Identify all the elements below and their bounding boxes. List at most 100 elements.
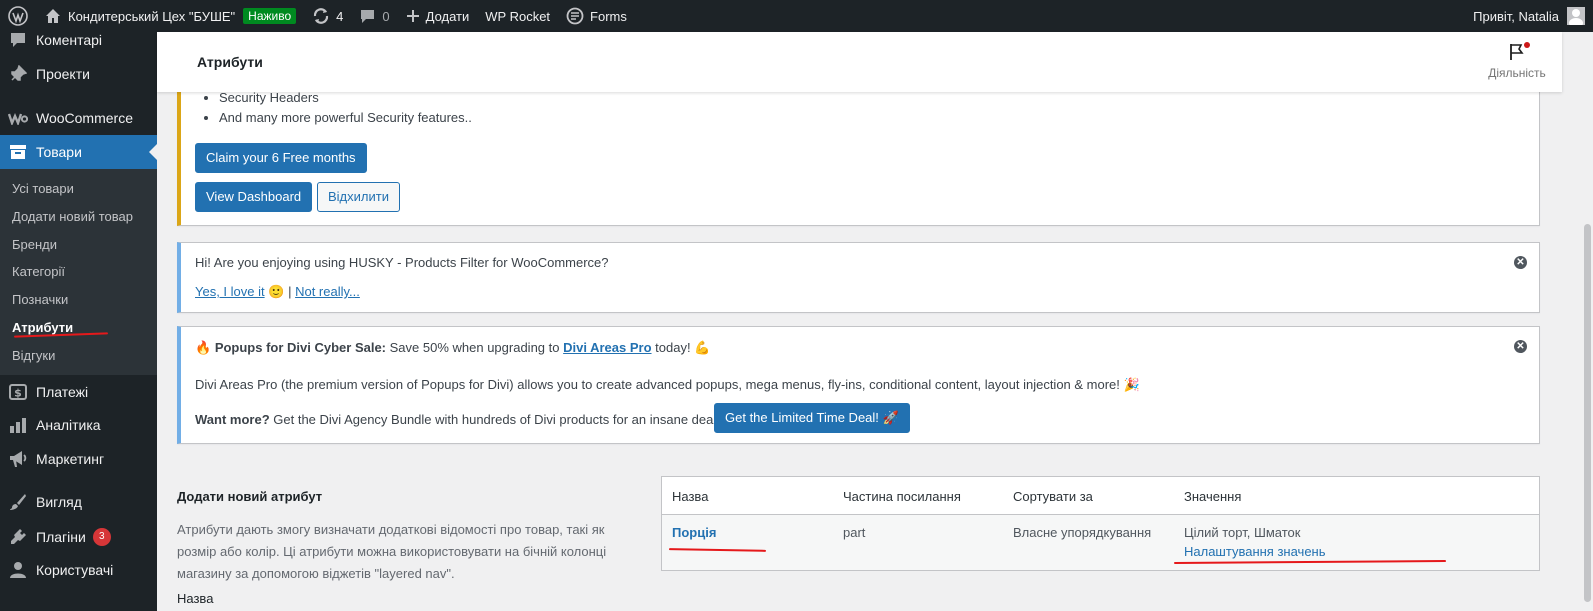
close-icon[interactable]: ✕ xyxy=(1514,256,1527,269)
add-new-link[interactable]: Додати xyxy=(398,0,478,32)
comment-icon xyxy=(361,9,375,23)
submenu-all-products[interactable]: Усі товари xyxy=(12,181,74,196)
sidebar-item-users[interactable]: Користувачі xyxy=(0,553,157,587)
sidebar-item-label: Товари xyxy=(36,144,82,160)
sidebar-item-comments[interactable]: Коментарі xyxy=(0,23,157,57)
sidebar-item-appearance[interactable]: Вигляд xyxy=(0,485,157,519)
deal-button-label: Get the Limited Time Deal! xyxy=(725,410,879,425)
add-attribute-description: Атрибути дають змогу визначати додаткові… xyxy=(177,522,607,581)
close-icon[interactable]: ✕ xyxy=(1514,340,1527,353)
plugins-update-badge: 3 xyxy=(92,528,111,546)
list-item: Security Headers xyxy=(219,90,472,105)
sidebar-item-woocommerce[interactable]: WooCommerce xyxy=(0,101,157,135)
notification-dot xyxy=(1524,42,1530,48)
updates-icon xyxy=(314,8,329,24)
attribute-name-label: Назва xyxy=(177,591,214,606)
site-name: Кондитерський Цех "БУШЕ" xyxy=(68,8,236,24)
sidebar-item-label: Плагіни xyxy=(36,529,86,545)
archive-icon xyxy=(10,145,26,159)
add-new-label: Додати xyxy=(425,8,470,24)
products-submenu: Усі товари Додати новий товар Бренди Кат… xyxy=(0,169,157,375)
not-really-link[interactable]: Not really... xyxy=(295,284,360,299)
sidebar-item-label: Вигляд xyxy=(36,494,82,510)
divi-headline-bold: Popups for Divi Cyber Sale: xyxy=(214,340,387,355)
plugin-icon xyxy=(11,529,26,544)
user-icon xyxy=(10,562,26,578)
limited-time-deal-button[interactable]: Get the Limited Time Deal! 🚀 xyxy=(714,403,910,433)
submenu-reviews[interactable]: Відгуки xyxy=(12,348,55,363)
sidebar-item-products[interactable]: Товари xyxy=(0,135,157,169)
pin-icon xyxy=(11,65,27,81)
forms-label: Forms xyxy=(590,8,627,24)
dismiss-button[interactable]: Відхилити xyxy=(317,182,400,212)
submenu-attributes[interactable]: Атрибути xyxy=(12,320,73,335)
account-menu[interactable]: Привіт, Natalia xyxy=(1465,0,1593,32)
configure-values-link[interactable]: Налаштування значень xyxy=(1184,544,1326,559)
admin-sidebar: Коментарі Проекти WooCommerce Товари Усі… xyxy=(0,32,157,611)
submenu-add-product[interactable]: Додати новий товар xyxy=(12,209,133,224)
updates-count: 4 xyxy=(336,8,344,24)
sidebar-item-plugins[interactable]: Плагіни 3 xyxy=(0,520,157,554)
sidebar-item-analytics[interactable]: Аналітика xyxy=(0,408,157,442)
admin-bar: Кондитерський Цех "БУШЕ" Наживо 4 0 Дода… xyxy=(0,0,1593,32)
column-header-order: Сортувати за xyxy=(1013,489,1093,504)
divi-headline: 🔥 Popups for Divi Cyber Sale: Save 50% w… xyxy=(195,340,710,356)
sidebar-item-marketing[interactable]: Маркетинг xyxy=(0,442,157,476)
dollar-icon: $ xyxy=(9,384,27,400)
rocket-emoji: 🚀 xyxy=(882,410,899,425)
wp-rocket-label: WP Rocket xyxy=(485,8,551,24)
sidebar-item-label: Маркетинг xyxy=(36,451,105,467)
brush-icon xyxy=(10,494,26,510)
divi-body-text: Divi Areas Pro (the premium version of P… xyxy=(195,377,1120,392)
sidebar-item-label: WooCommerce xyxy=(36,110,133,126)
submenu-categories[interactable]: Категорії xyxy=(12,264,65,279)
svg-text:$: $ xyxy=(14,387,22,400)
smile-emoji: 🙂 xyxy=(268,284,285,299)
separator: | xyxy=(288,284,292,299)
divi-want-more: Want more? Get the Divi Agency Bundle wi… xyxy=(195,412,720,427)
want-more-bold: Want more? xyxy=(195,412,270,427)
sidebar-item-payments[interactable]: $ Платежі xyxy=(0,375,157,409)
sidebar-item-label: Коментарі xyxy=(36,32,103,48)
avatar xyxy=(1567,7,1585,25)
attribute-order: Власне упорядкування xyxy=(1013,525,1152,540)
submenu-tags[interactable]: Позначки xyxy=(12,292,68,307)
divi-body: Divi Areas Pro (the premium version of P… xyxy=(195,377,1140,393)
sidebar-item-label: Аналітика xyxy=(36,417,101,433)
comments-link[interactable]: 0 xyxy=(351,0,397,32)
forms-icon xyxy=(566,7,584,25)
fire-emoji: 🔥 xyxy=(195,340,212,355)
yes-love-it-link[interactable]: Yes, I love it xyxy=(195,284,265,299)
want-more-text: Get the Divi Agency Bundle with hundreds… xyxy=(273,412,720,427)
greeting: Привіт, Natalia xyxy=(1473,8,1559,24)
attributes-table: Назва Частина посилання Сортувати за Зна… xyxy=(661,476,1540,571)
bar-chart-icon xyxy=(10,418,26,433)
submenu-brands[interactable]: Бренди xyxy=(12,237,57,252)
scrollbar-thumb[interactable] xyxy=(1584,224,1591,602)
sidebar-item-label: Платежі xyxy=(36,384,89,400)
comment-icon xyxy=(11,33,25,47)
divi-sale-notice: 🔥 Popups for Divi Cyber Sale: Save 50% w… xyxy=(177,326,1540,444)
add-attribute-title: Додати новий атрибут xyxy=(177,489,323,504)
attribute-slug: part xyxy=(843,525,866,540)
sidebar-item-label: Користувачі xyxy=(36,562,114,578)
attribute-values: Цілий торт, Шматок xyxy=(1184,525,1301,540)
comments-count: 0 xyxy=(382,8,390,24)
muscle-emoji: 💪 xyxy=(694,340,711,355)
column-header-slug: Частина посилання xyxy=(843,489,961,504)
attribute-name-link[interactable]: Порція xyxy=(672,525,716,540)
megaphone-icon xyxy=(10,451,27,467)
forms-link[interactable]: Forms xyxy=(558,0,635,32)
view-dashboard-button[interactable]: View Dashboard xyxy=(195,182,313,212)
divi-areas-pro-link[interactable]: Divi Areas Pro xyxy=(563,340,651,355)
page-header: Атрибути Діяльність xyxy=(157,32,1562,92)
wp-rocket-link[interactable]: WP Rocket xyxy=(477,0,558,32)
woo-icon xyxy=(8,112,28,125)
husky-notice: Hi! Are you enjoying using HUSKY - Produ… xyxy=(177,242,1540,313)
activity-label: Діяльність xyxy=(1488,66,1546,80)
list-item: And many more powerful Security features… xyxy=(219,110,472,125)
sidebar-item-projects[interactable]: Проекти xyxy=(0,57,157,91)
claim-free-months-button[interactable]: Claim your 6 Free months xyxy=(195,143,367,173)
updates-link[interactable]: 4 xyxy=(304,0,351,32)
activity-button[interactable]: Діяльність xyxy=(1486,42,1548,80)
